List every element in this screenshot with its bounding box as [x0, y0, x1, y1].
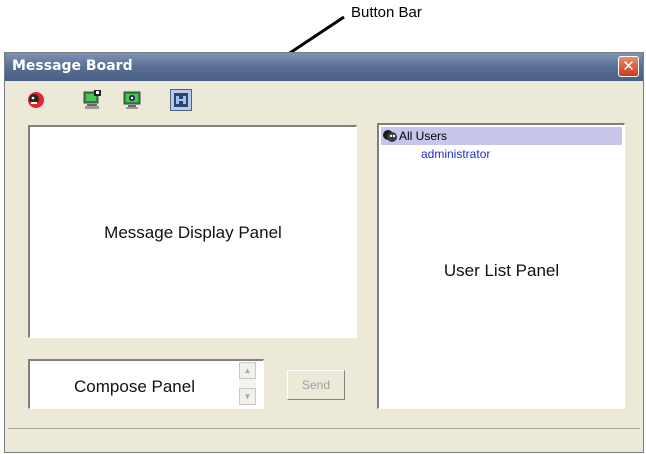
monitor-eye-icon — [123, 91, 141, 109]
message-board-window: Message Board ✕ Message Display Panel Co… — [4, 52, 644, 453]
compose-panel[interactable]: Compose Panel ▲ ▼ — [28, 359, 264, 409]
toolbar-button-2[interactable] — [81, 89, 103, 111]
window-title: Message Board — [12, 58, 133, 74]
close-icon: ✕ — [622, 58, 635, 75]
all-users-row[interactable]: All Users — [381, 127, 622, 145]
user-list-panel[interactable]: All Users administrator User List Panel — [377, 123, 625, 409]
message-display-panel[interactable]: Message Display Panel — [28, 125, 357, 338]
status-bar — [8, 428, 640, 449]
scroll-down-button[interactable]: ▼ — [239, 388, 256, 405]
compose-label: Compose Panel — [74, 377, 195, 396]
toolbar-button-4-pressed[interactable] — [170, 89, 192, 111]
board-pressed-icon — [174, 93, 188, 107]
toolbar-button-1[interactable] — [25, 89, 47, 111]
users-group-icon — [383, 130, 397, 142]
monitor-lock-icon — [83, 90, 101, 109]
stop-sign-face-icon — [28, 92, 44, 108]
compose-scrollbar[interactable]: ▲ ▼ — [239, 362, 256, 405]
user-list-label: User List Panel — [443, 261, 560, 280]
toolbar-button-3[interactable] — [121, 89, 143, 111]
title-bar[interactable]: Message Board ✕ — [5, 53, 643, 81]
user-item-administrator[interactable]: administrator — [421, 147, 490, 161]
scroll-down-icon: ▼ — [243, 392, 252, 401]
message-display-label: Message Display Panel — [104, 223, 282, 242]
send-button[interactable]: Send — [287, 370, 345, 400]
all-users-label: All Users — [399, 129, 448, 143]
button-bar — [5, 81, 643, 111]
scroll-up-icon: ▲ — [243, 366, 252, 375]
close-button[interactable]: ✕ — [618, 56, 639, 77]
scroll-up-button[interactable]: ▲ — [239, 362, 256, 379]
